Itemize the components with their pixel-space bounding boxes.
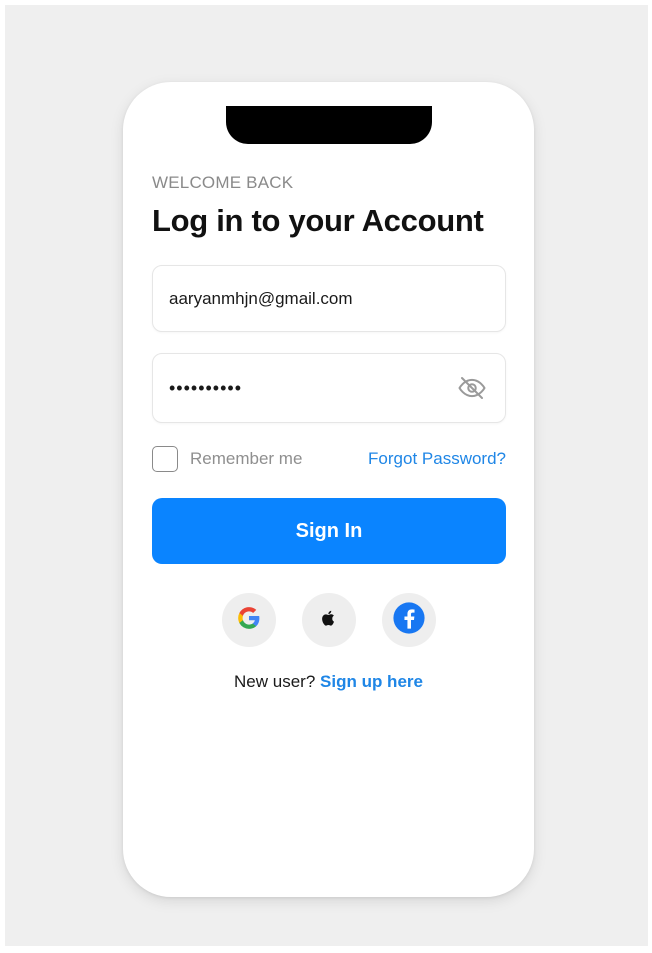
page-background: WELCOME BACK Log in to your Account Reme… <box>5 5 648 946</box>
signup-prompt-row: New user? Sign up here <box>123 672 534 692</box>
google-login-button[interactable] <box>221 593 276 647</box>
phone-notch <box>226 106 432 144</box>
apple-login-button[interactable] <box>301 593 356 647</box>
remember-me-label: Remember me <box>190 449 303 468</box>
login-options-row: Remember me Forgot Password? <box>152 444 506 474</box>
password-field[interactable] <box>169 377 455 399</box>
remember-me[interactable]: Remember me <box>152 446 302 472</box>
welcome-eyebrow: WELCOME BACK <box>152 173 294 192</box>
forgot-password-link[interactable]: Forgot Password? <box>368 449 506 469</box>
sign-in-button[interactable]: Sign In <box>152 498 506 564</box>
social-login-row <box>123 593 534 647</box>
email-field[interactable] <box>169 288 489 309</box>
apple-icon <box>320 609 338 632</box>
password-field-container <box>152 353 506 423</box>
signup-link[interactable]: Sign up here <box>320 672 423 691</box>
facebook-icon <box>392 601 426 640</box>
phone-frame: WELCOME BACK Log in to your Account Reme… <box>123 82 534 897</box>
page-title: Log in to your Account <box>152 203 484 238</box>
email-field-container <box>152 265 506 332</box>
google-icon <box>236 605 262 636</box>
facebook-login-button[interactable] <box>381 593 436 647</box>
eye-slash-icon[interactable] <box>455 371 489 405</box>
remember-me-checkbox[interactable] <box>152 446 178 472</box>
signup-prompt: New user? <box>234 672 316 691</box>
